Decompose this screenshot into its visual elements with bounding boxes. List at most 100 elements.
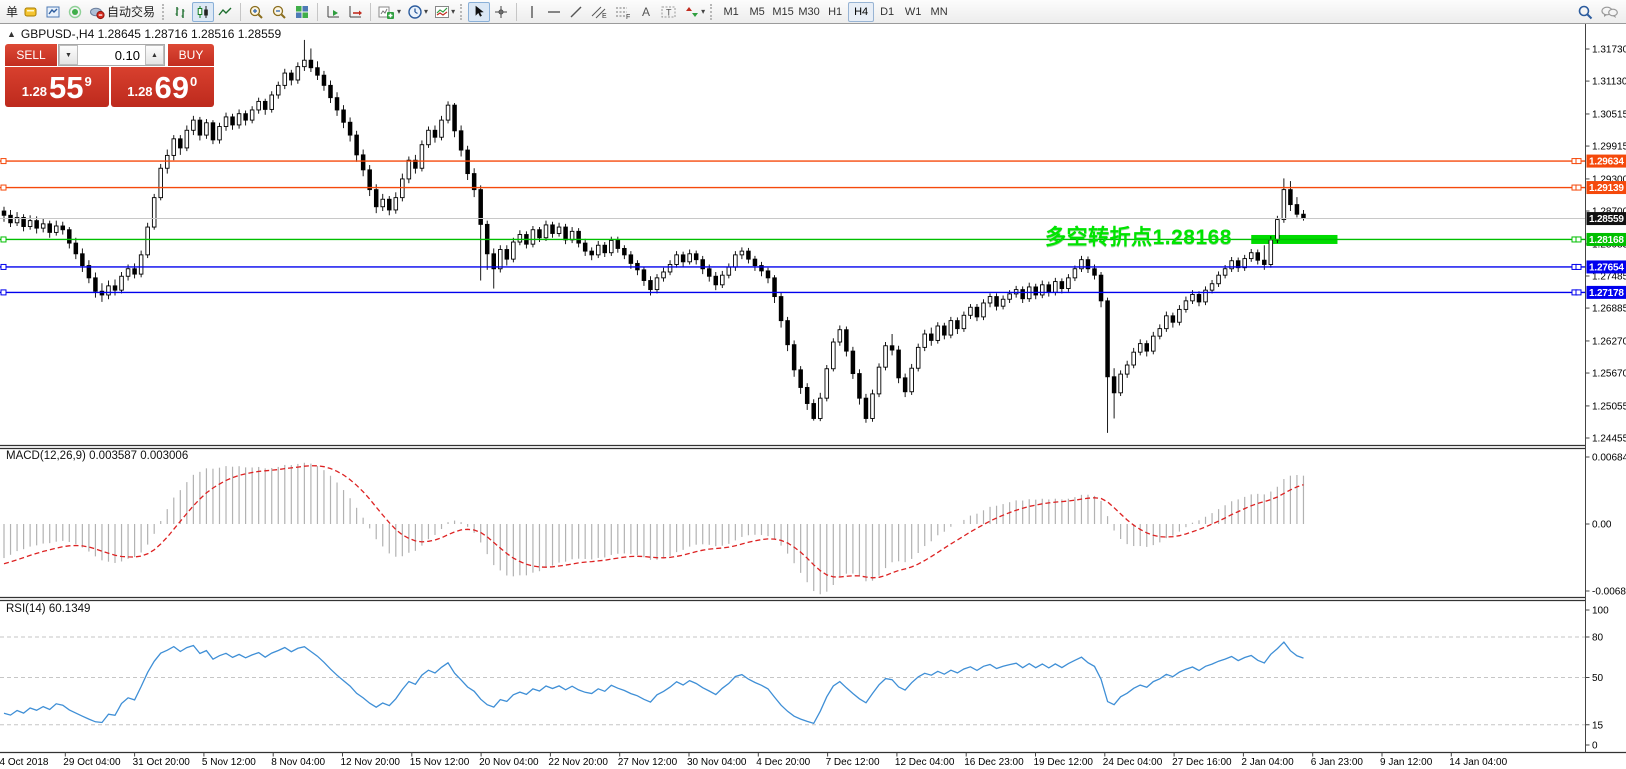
zoom-out-icon[interactable] (268, 2, 291, 22)
line-anchor-square[interactable] (1576, 185, 1581, 190)
toolbar-drag-handle[interactable] (710, 4, 714, 20)
cursor-icon[interactable] (468, 2, 490, 22)
rsi-label: RSI(14) 60.1349 (6, 603, 90, 615)
arrows-dropdown[interactable]: ▾ (681, 2, 708, 22)
chevron-down-icon: ▾ (451, 7, 455, 16)
svg-text:1.24455: 1.24455 (1592, 434, 1626, 445)
toolbar-separator (516, 3, 517, 21)
svg-text:5 Nov 12:00: 5 Nov 12:00 (202, 757, 256, 768)
price-badge-1.27178: 1.27178 (1587, 286, 1626, 299)
svg-text:1.31130: 1.31130 (1592, 77, 1626, 88)
line-chart-icon[interactable] (214, 2, 236, 22)
toolbar-drag-handle[interactable] (162, 4, 166, 20)
svg-text:27 Dec 16:00: 27 Dec 16:00 (1172, 757, 1232, 768)
periods-dropdown[interactable]: ▾ (404, 2, 431, 22)
auto-scroll-icon[interactable] (322, 2, 344, 22)
svg-text:2 Jan 04:00: 2 Jan 04:00 (1241, 757, 1294, 768)
buy-price-prefix: 1.28 (127, 84, 152, 99)
chart-window-icon[interactable] (42, 2, 64, 22)
price-line-1.27178[interactable] (0, 290, 1585, 295)
sell-price-big: 55 (49, 72, 83, 103)
new-order-icon[interactable] (20, 2, 42, 22)
search-icon[interactable] (1574, 2, 1597, 22)
svg-text:14 Jan 04:00: 14 Jan 04:00 (1449, 757, 1507, 768)
price-badge-1.29634: 1.29634 (1587, 155, 1626, 168)
timeframe-button-M5[interactable]: M5 (744, 2, 770, 22)
svg-text:1.25670: 1.25670 (1592, 369, 1626, 380)
toolbar-separator (370, 3, 371, 21)
indicators-dropdown[interactable]: ▾ (431, 2, 458, 22)
tile-windows-icon[interactable] (291, 2, 313, 22)
timeframe-button-M30[interactable]: M30 (796, 2, 822, 22)
timeframe-button-W1[interactable]: W1 (900, 2, 926, 22)
buy-price-display[interactable]: 1.28 69 0 (111, 67, 215, 107)
autotrading-label: 自动交易 (107, 3, 155, 20)
line-anchor-square[interactable] (1576, 290, 1581, 295)
equidistant-channel-icon[interactable]: E (587, 2, 611, 22)
sell-price-display[interactable]: 1.28 55 9 (5, 67, 109, 107)
new-chart-dropdown[interactable]: ▾ (375, 2, 404, 22)
fibonacci-icon[interactable]: F (611, 2, 635, 22)
one-click-trading-panel: SELL ▼ 0.10 ▲ BUY 1.28 55 9 1.28 69 0 (5, 44, 214, 107)
svg-text:4 Dec 20:00: 4 Dec 20:00 (756, 757, 810, 768)
autotrading-button[interactable]: 自动交易 (86, 2, 160, 22)
macd-histogram (4, 463, 1303, 595)
toolbar: 单 自动交易 ▾ ▾ ▾ E F A T ▾ M1M (0, 0, 1626, 24)
svg-text:8 Nov 04:00: 8 Nov 04:00 (271, 757, 325, 768)
one-click-collapse-icon[interactable]: ▲ (7, 29, 16, 39)
price-line-1.29634[interactable] (0, 159, 1585, 164)
horizontal-line-icon[interactable] (543, 2, 565, 22)
signals-icon[interactable] (64, 2, 86, 22)
timeframe-button-H4[interactable]: H4 (848, 2, 874, 22)
svg-text:1.27178: 1.27178 (1589, 288, 1624, 299)
zoom-in-icon[interactable] (245, 2, 268, 22)
volume-increase-button[interactable]: ▲ (145, 45, 164, 65)
svg-text:100: 100 (1592, 606, 1609, 617)
text-label-icon[interactable]: T (657, 2, 681, 22)
chevron-down-icon: ▾ (424, 7, 428, 16)
svg-text:1.26885: 1.26885 (1592, 304, 1626, 315)
toolbar-drag-handle[interactable] (460, 4, 464, 20)
pivot-annotation-text[interactable]: 多空转折点1.28168 (960, 221, 1232, 251)
svg-text:1.28168: 1.28168 (1589, 235, 1624, 246)
svg-text:6 Jan 23:00: 6 Jan 23:00 (1311, 757, 1364, 768)
volume-decrease-button[interactable]: ▼ (59, 45, 78, 65)
time-axis-labels: 24 Oct 201829 Oct 04:0031 Oct 20:005 Nov… (0, 753, 1508, 769)
svg-text:F: F (626, 14, 630, 20)
new-order-label[interactable]: 单 (6, 3, 18, 20)
sell-button[interactable]: SELL (5, 44, 57, 66)
svg-text:9 Jan 12:00: 9 Jan 12:00 (1380, 757, 1433, 768)
candlestick-icon[interactable] (192, 2, 214, 22)
volume-value[interactable]: 0.10 (78, 45, 145, 65)
timeframe-button-M1[interactable]: M1 (718, 2, 744, 22)
crosshair-icon[interactable] (490, 2, 512, 22)
timeframe-button-M15[interactable]: M15 (770, 2, 796, 22)
price-badge-1.28168: 1.28168 (1587, 233, 1626, 246)
vertical-line-icon[interactable] (521, 2, 543, 22)
text-icon[interactable]: A (635, 2, 657, 22)
rsi-level-lines (0, 637, 1585, 725)
price-line-1.27654[interactable] (0, 264, 1585, 269)
timeframe-button-H1[interactable]: H1 (822, 2, 848, 22)
line-anchor-square[interactable] (1576, 264, 1581, 269)
trendline-icon[interactable] (565, 2, 587, 22)
toolbar-separator (317, 3, 318, 21)
line-anchor-square[interactable] (1576, 159, 1581, 164)
chat-icon[interactable] (1597, 2, 1622, 22)
bar-chart-icon[interactable] (170, 2, 192, 22)
svg-text:0: 0 (1592, 741, 1598, 752)
chart-shift-icon[interactable] (344, 2, 366, 22)
svg-text:E: E (602, 13, 607, 20)
chevron-down-icon: ▾ (701, 7, 705, 16)
price-line-1.28168[interactable] (0, 237, 1585, 242)
rsi-axis-labels: 1008050150 (1586, 606, 1610, 752)
line-anchor-square[interactable] (1576, 237, 1581, 242)
svg-text:20 Nov 04:00: 20 Nov 04:00 (479, 757, 539, 768)
volume-stepper: ▼ 0.10 ▲ (58, 44, 165, 66)
buy-button[interactable]: BUY (168, 44, 214, 66)
timeframe-button-D1[interactable]: D1 (874, 2, 900, 22)
rsi-line (4, 642, 1304, 723)
timeframe-button-MN[interactable]: MN (926, 2, 952, 22)
price-line-1.29139[interactable] (0, 185, 1585, 190)
svg-text:12 Nov 20:00: 12 Nov 20:00 (341, 757, 401, 768)
